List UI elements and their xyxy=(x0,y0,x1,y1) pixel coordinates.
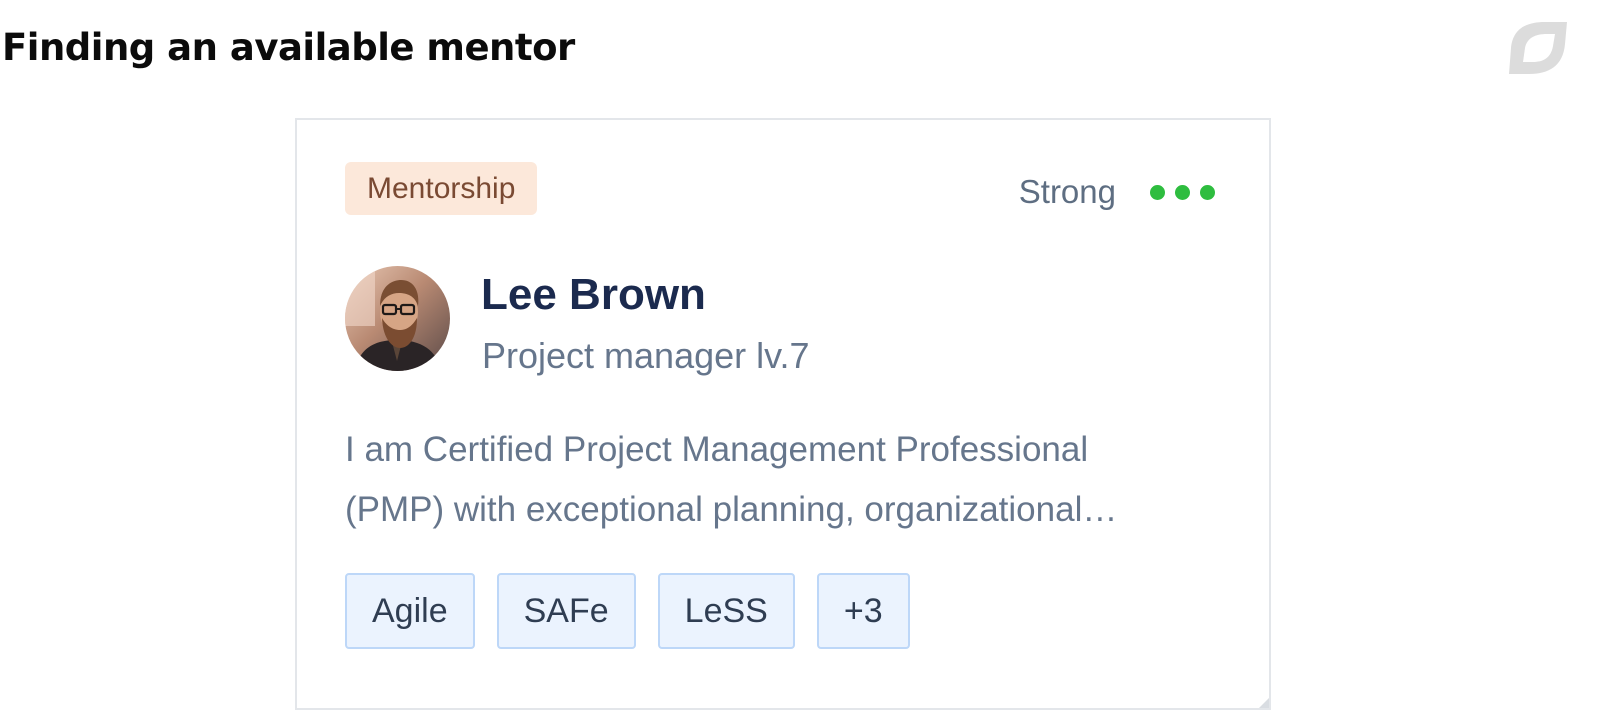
leaf-logo-icon xyxy=(1509,22,1567,74)
avatar-portrait-image xyxy=(345,266,450,371)
page-title: Finding an available mentor xyxy=(2,26,575,69)
more-skills-button[interactable]: +3 xyxy=(816,573,910,649)
skill-tags: Agile SAFe LeSS +3 xyxy=(345,573,932,649)
mentor-card[interactable]: Mentorship Strong Lee Brown Project mana… xyxy=(295,118,1271,710)
skill-tag-agile[interactable]: Agile xyxy=(345,573,475,649)
mentor-bio-line-2: (PMP) with exceptional planning, organiz… xyxy=(345,490,1118,529)
skill-tag-safe[interactable]: SAFe xyxy=(496,573,636,649)
status-dot-icon xyxy=(1200,184,1215,200)
mentor-role: Project manager lv.7 xyxy=(482,335,810,376)
status-dot-icon xyxy=(1150,184,1165,200)
skill-tag-less[interactable]: LeSS xyxy=(657,573,795,649)
status-dot-icon xyxy=(1175,184,1190,200)
mentor-name: Lee Brown xyxy=(481,270,706,319)
match-strength-indicator: Strong xyxy=(1019,168,1215,216)
match-strength-dots xyxy=(1140,184,1215,200)
mentor-avatar xyxy=(345,266,450,371)
match-strength-label: Strong xyxy=(1018,173,1116,210)
mentor-bio: I am Certified Project Management Profes… xyxy=(345,420,1225,540)
category-tag: Mentorship xyxy=(345,162,538,215)
resize-corner-icon xyxy=(1259,698,1269,708)
mentor-bio-line-1: I am Certified Project Management Profes… xyxy=(345,430,1089,469)
